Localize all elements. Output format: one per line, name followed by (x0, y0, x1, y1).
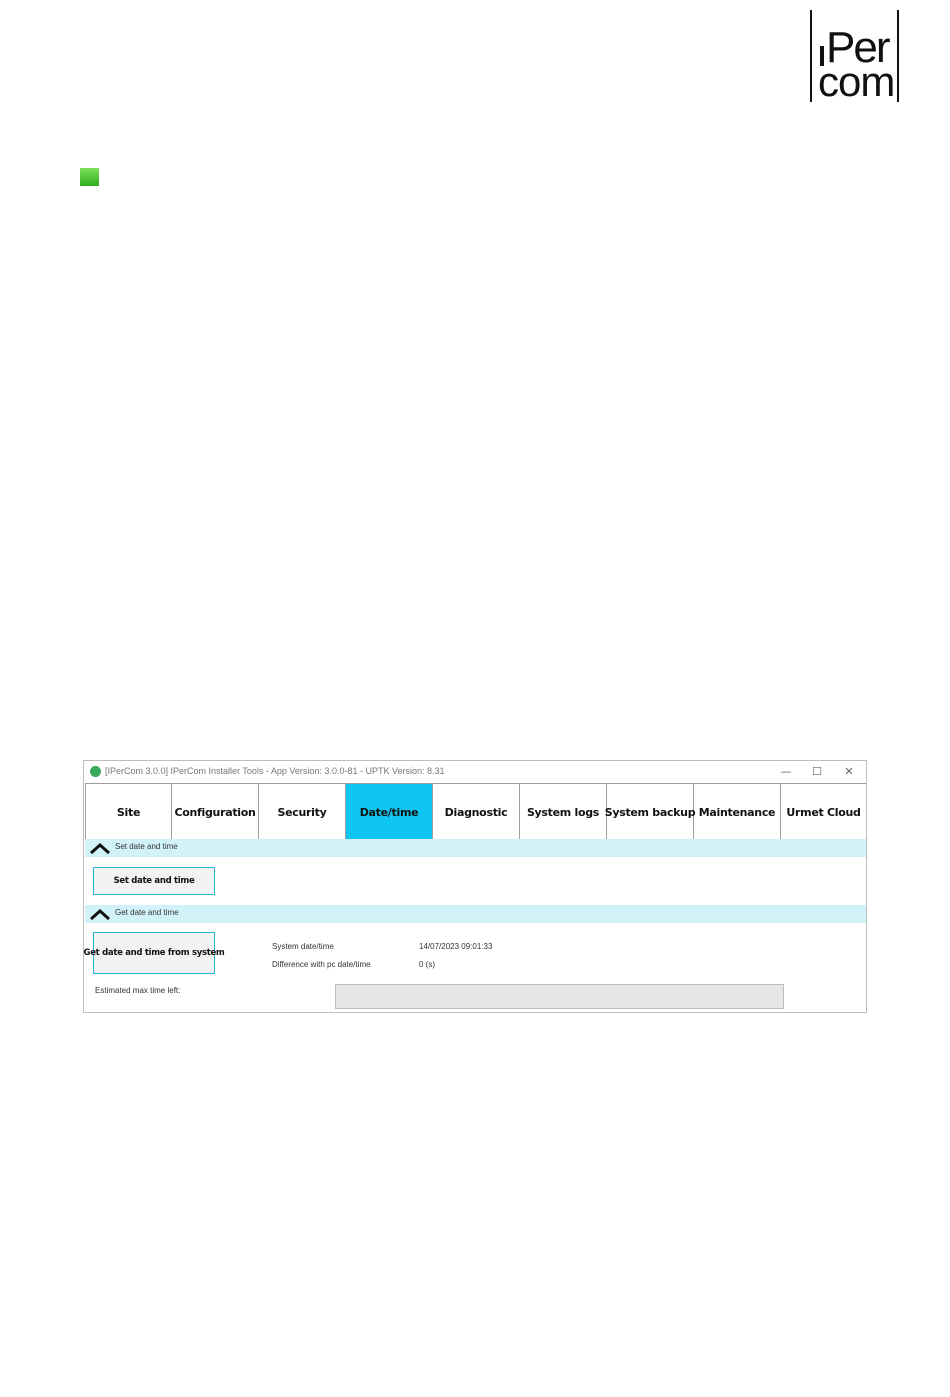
app-icon (90, 766, 101, 777)
difference-value: 0 (s) (419, 960, 435, 969)
tab-maintenance[interactable]: Maintenance (694, 784, 781, 840)
tab-site[interactable]: Site (85, 784, 172, 840)
tab-date-time[interactable]: Date/time (346, 784, 433, 840)
tab-bar: Site Configuration Security Date/time Di… (85, 783, 866, 841)
progress-bar (335, 984, 784, 1009)
tab-system-logs[interactable]: System logs (520, 784, 607, 840)
maximize-button[interactable]: ☐ (807, 763, 827, 781)
close-button[interactable]: ✕ (839, 763, 859, 781)
get-date-section-label: Get date and time (115, 908, 179, 917)
tab-security[interactable]: Security (259, 784, 346, 840)
minimize-button[interactable]: — (776, 763, 796, 781)
set-date-section-label: Set date and time (115, 842, 178, 851)
tab-system-backup[interactable]: System backup (605, 784, 696, 840)
get-date-time-button[interactable]: Get date and time from system (84, 932, 225, 974)
title-bar: [IPerCom 3.0.0] IPerCom Installer Tools … (84, 761, 866, 783)
logo-left-bar (810, 10, 812, 102)
tab-diagnostic[interactable]: Diagnostic (433, 784, 520, 840)
difference-label: Difference with pc date/time (272, 960, 371, 969)
logo-line-2: com (818, 58, 895, 105)
get-date-section-header[interactable]: Get date and time (85, 905, 866, 923)
set-date-time-button[interactable]: Set date and time (93, 867, 215, 895)
green-marker (80, 168, 99, 186)
set-date-section-header[interactable]: Set date and time (85, 839, 866, 857)
logo-right-bar (897, 10, 899, 102)
system-datetime-value: 14/07/2023 09:01:33 (419, 942, 493, 951)
app-window: [IPerCom 3.0.0] IPerCom Installer Tools … (83, 760, 867, 1013)
ipercom-logo: Per com (810, 10, 900, 105)
tab-configuration[interactable]: Configuration (172, 784, 259, 840)
window-title: [IPerCom 3.0.0] IPerCom Installer Tools … (105, 766, 445, 776)
system-datetime-label: System date/time (272, 942, 334, 951)
tab-urmet-cloud[interactable]: Urmet Cloud (781, 784, 866, 840)
estimated-time-label: Estimated max time left: (95, 986, 181, 995)
chevron-up-icon[interactable] (89, 841, 111, 855)
chevron-up-icon[interactable] (89, 907, 111, 921)
